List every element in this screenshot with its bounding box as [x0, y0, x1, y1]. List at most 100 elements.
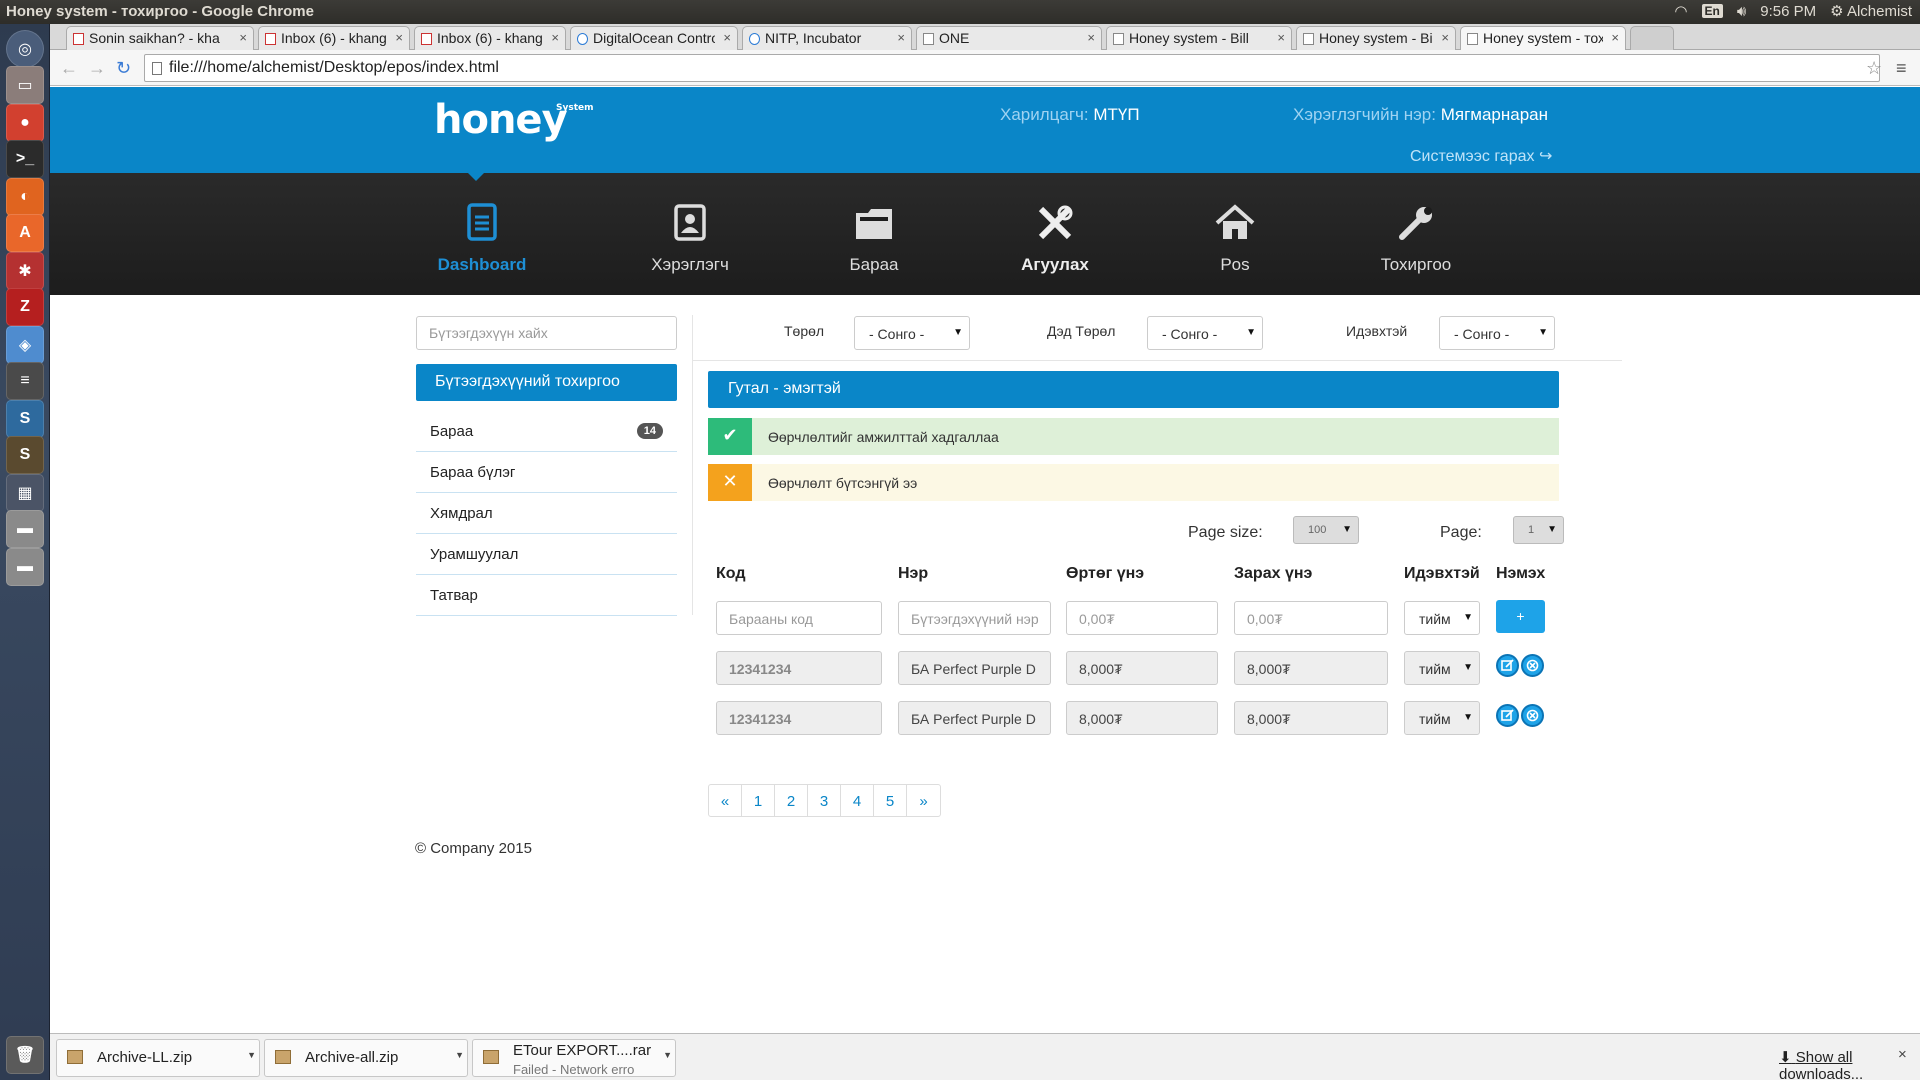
new-price-input[interactable]: 0,00₮ [1234, 601, 1388, 635]
nav-settings[interactable]: Тохиргоо [1346, 173, 1486, 295]
close-icon[interactable]: × [1441, 30, 1449, 45]
row-active-select[interactable]: тийм ▼ [1404, 701, 1480, 735]
page-select[interactable]: 1 ▼ [1513, 516, 1564, 544]
file-manager-icon[interactable]: ▭ [6, 66, 44, 104]
terminal-icon[interactable]: >_ [6, 140, 44, 178]
sidebar-item-product-groups[interactable]: Бараа бүлэг [416, 452, 677, 493]
browser-tab[interactable]: Sonin saikhan? - kha × [66, 26, 254, 50]
browser-tab[interactable]: Inbox (6) - khangai@ × [414, 26, 566, 50]
clock[interactable]: 9:56 PM [1760, 3, 1816, 20]
close-icon[interactable]: × [897, 30, 905, 45]
system-settings-icon[interactable]: ✱ [6, 252, 44, 290]
new-name-input[interactable]: Бүтээгдэхүүний нэр [898, 601, 1051, 635]
nav-users[interactable]: Хэрэглэгч [620, 173, 760, 295]
close-icon[interactable]: × [723, 30, 731, 45]
close-downloads-bar[interactable]: × [1898, 1046, 1907, 1063]
close-icon[interactable]: × [551, 30, 559, 45]
chevron-down-icon[interactable]: ▼ [455, 1050, 464, 1060]
pagination-prev[interactable]: « [709, 785, 742, 816]
delete-icon[interactable] [1521, 654, 1544, 677]
row-code-field[interactable]: 12341234 [716, 651, 882, 685]
chrome-icon[interactable]: ● [6, 104, 44, 142]
download-item-failed[interactable]: ETour EXPORT....rar Failed - Network err… [472, 1039, 676, 1077]
workspace-switcher-icon[interactable]: ▦ [6, 474, 44, 512]
browser-tab[interactable]: Honey system - Bill × [1106, 26, 1292, 50]
drive-icon[interactable]: ▬ [6, 548, 44, 586]
row-name-field[interactable]: БА Perfect Purple D [898, 651, 1051, 685]
pagination-page[interactable]: 3 [808, 785, 841, 816]
bookmark-star-icon[interactable]: ☆ [1866, 58, 1882, 79]
active-filter-select[interactable]: - Сонго - ▼ [1439, 316, 1555, 350]
nav-warehouse[interactable]: Агуулах [985, 173, 1125, 295]
new-code-input[interactable]: Барааны код [716, 601, 882, 635]
sidebar-item-products[interactable]: Бараа 14 [416, 411, 677, 452]
edit-icon[interactable] [1496, 704, 1519, 727]
add-product-button[interactable]: + [1496, 600, 1545, 633]
close-icon[interactable]: × [395, 30, 403, 45]
sublime-text-icon[interactable]: S [6, 436, 44, 474]
keyboard-layout-indicator[interactable]: En [1701, 4, 1723, 18]
row-price-field[interactable]: 8,000₮ [1234, 651, 1388, 685]
nav-products[interactable]: Бараа [804, 173, 944, 295]
pagination-page[interactable]: 5 [874, 785, 907, 816]
browser-tab[interactable]: DigitalOcean Contro × [570, 26, 738, 50]
logout-link[interactable]: Системээс гарах ↪ [1410, 146, 1552, 166]
sidebar-item-tax[interactable]: Татвар [416, 575, 677, 616]
trash-icon[interactable]: 🗑︎ [6, 1036, 44, 1074]
mysql-workbench-icon[interactable]: ◈ [6, 326, 44, 364]
wifi-icon[interactable]: ◠ [1674, 2, 1687, 20]
download-item[interactable]: Archive-LL.zip ▼ [56, 1039, 260, 1077]
pagination-page[interactable]: 1 [742, 785, 775, 816]
close-icon[interactable]: × [1087, 30, 1095, 45]
browser-tab[interactable]: NITP, Incubator × [742, 26, 912, 50]
reload-icon[interactable]: ↻ [116, 58, 131, 79]
dash-home-icon[interactable]: ◎ [6, 30, 44, 68]
new-cost-input[interactable]: 0,00₮ [1066, 601, 1218, 635]
row-price-field[interactable]: 8,000₮ [1234, 701, 1388, 735]
browser-tab[interactable]: Honey system - Bill × [1296, 26, 1456, 50]
back-icon[interactable]: ← [60, 58, 78, 79]
browser-tab-active[interactable]: Honey system - тохи × [1460, 26, 1626, 50]
edit-icon[interactable] [1496, 654, 1519, 677]
row-active-select[interactable]: тийм ▼ [1404, 651, 1480, 685]
forward-icon[interactable]: → [88, 58, 106, 79]
remote-desktop-icon[interactable]: S [6, 400, 44, 438]
new-tab-button[interactable] [1630, 26, 1674, 50]
honey-logo[interactable]: honey System [434, 97, 594, 143]
product-search-input[interactable]: Бүтээгдэхүүн хайх [416, 316, 677, 350]
page-size-select[interactable]: 100 ▼ [1293, 516, 1359, 544]
type-filter-select[interactable]: - Сонго - ▼ [854, 316, 970, 350]
close-icon[interactable]: × [1277, 30, 1285, 45]
new-active-select[interactable]: тийм ▼ [1404, 601, 1480, 635]
sidebar-item-promotions[interactable]: Урамшуулал [416, 534, 677, 575]
close-icon[interactable]: ✕ [708, 464, 752, 501]
row-cost-field[interactable]: 8,000₮ [1066, 701, 1218, 735]
database-icon[interactable]: ≡ [6, 362, 44, 400]
row-name-field[interactable]: БА Perfect Purple D [898, 701, 1051, 735]
url-bar[interactable]: file:///home/alchemist/Desktop/epos/inde… [144, 54, 1880, 82]
pagination-page[interactable]: 2 [775, 785, 808, 816]
close-icon[interactable]: × [1611, 30, 1619, 45]
drive-icon[interactable]: ▬ [6, 510, 44, 548]
pagination-page[interactable]: 4 [841, 785, 874, 816]
pagination-next[interactable]: » [907, 785, 940, 816]
volume-icon[interactable]: 🔊︎ [1737, 3, 1746, 20]
download-item[interactable]: Archive-all.zip ▼ [264, 1039, 468, 1077]
filezilla-icon[interactable]: Z [6, 288, 44, 326]
delete-icon[interactable] [1521, 704, 1544, 727]
browser-tab[interactable]: Inbox (6) - khangai@ × [258, 26, 410, 50]
software-center-icon[interactable]: A [6, 214, 44, 252]
firefox-icon[interactable]: ◐ [6, 178, 44, 216]
browser-tab[interactable]: ONE × [916, 26, 1102, 50]
sidebar-item-discounts[interactable]: Хямдрал [416, 493, 677, 534]
row-cost-field[interactable]: 8,000₮ [1066, 651, 1218, 685]
nav-dashboard[interactable]: Dashboard [412, 173, 552, 295]
nav-pos[interactable]: Pos [1165, 173, 1305, 295]
subtype-filter-select[interactable]: - Сонго - ▼ [1147, 316, 1263, 350]
chevron-down-icon[interactable]: ▼ [663, 1050, 672, 1060]
chevron-down-icon[interactable]: ▼ [247, 1050, 256, 1060]
close-icon[interactable]: × [239, 30, 247, 45]
menu-icon[interactable]: ≡ [1896, 58, 1907, 79]
user-name[interactable]: ⚙ Alchemist [1830, 2, 1912, 20]
row-code-field[interactable]: 12341234 [716, 701, 882, 735]
